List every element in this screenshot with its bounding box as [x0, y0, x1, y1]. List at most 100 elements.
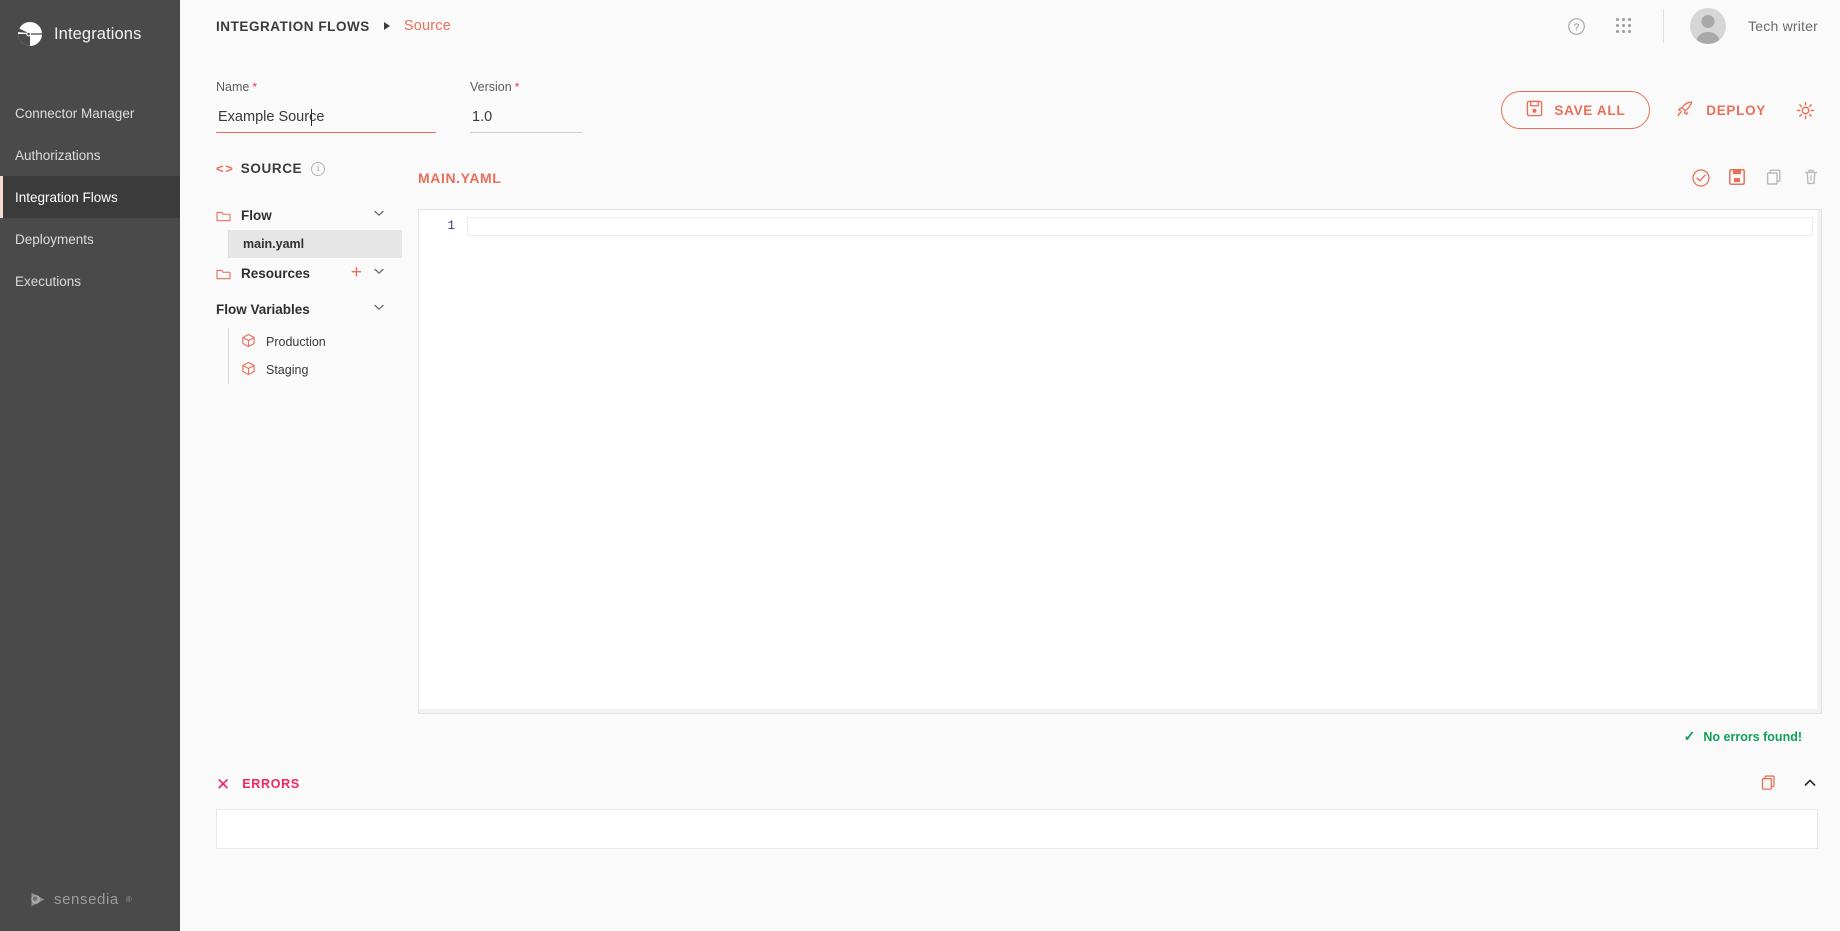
info-circle-icon[interactable]: i — [311, 161, 326, 176]
flow-variable-label: Staging — [266, 363, 309, 377]
chevron-up-icon[interactable] — [1802, 775, 1818, 794]
errors-label: ERRORS — [242, 777, 300, 791]
tree-children-flow: main.yaml — [228, 230, 402, 258]
deploy-button[interactable]: DEPLOY — [1676, 99, 1766, 121]
tree-folder-label: Resources — [241, 265, 311, 281]
save-floppy-icon — [1526, 100, 1543, 120]
errors-header: ✕ ERRORS — [216, 767, 1818, 801]
name-input[interactable] — [216, 109, 436, 133]
tree-file-label: main.yaml — [243, 237, 305, 251]
flow-variables-label: Flow Variables — [216, 301, 310, 317]
save-all-label: SAVE ALL — [1554, 102, 1626, 118]
grid-apps-icon[interactable] — [1611, 13, 1637, 39]
editor-file-title: MAIN.YAML — [418, 170, 502, 186]
breadcrumb-root[interactable]: INTEGRATION FLOWS — [216, 19, 370, 34]
help-circle-icon[interactable]: ? — [1563, 13, 1589, 39]
status-message: No errors found! — [1703, 729, 1802, 744]
chevron-down-icon[interactable] — [372, 206, 386, 225]
rocket-icon — [1676, 99, 1695, 121]
main-content: INTEGRATION FLOWS Source ? Tech writer N… — [180, 0, 1840, 931]
editor-horizontal-scrollbar[interactable] — [419, 709, 1821, 713]
source-label: SOURCE — [240, 161, 303, 176]
user-avatar[interactable] — [1690, 8, 1727, 44]
line-number: 1 — [447, 219, 455, 233]
brand[interactable]: Integrations — [0, 0, 180, 70]
sidebar-item-deployments[interactable]: Deployments — [0, 218, 180, 260]
trash-icon[interactable] — [1802, 168, 1822, 188]
sidebar-item-authorizations[interactable]: Authorizations — [0, 134, 180, 176]
chevron-down-icon[interactable] — [372, 300, 386, 319]
top-bar: INTEGRATION FLOWS Source ? Tech writer — [180, 0, 1840, 52]
sidebar-item-integration-flows[interactable]: Integration Flows — [0, 176, 180, 218]
name-label-text: Name — [216, 80, 250, 94]
errors-toolbar — [1760, 774, 1818, 794]
tree-children-flow-variables: Production Staging — [228, 328, 402, 384]
breadcrumb-current[interactable]: Source — [404, 18, 451, 34]
tree-folder-label: Flow — [241, 207, 272, 223]
save-floppy-icon[interactable] — [1728, 168, 1748, 188]
check-circle-icon[interactable] — [1691, 168, 1711, 188]
sidebar-item-executions[interactable]: Executions — [0, 260, 180, 302]
copy-icon[interactable] — [1765, 168, 1785, 188]
sidebar-item-label: Connector Manager — [15, 105, 135, 121]
name-field-group: Name * — [216, 80, 444, 133]
sidebar: Integrations Connector Manager Authoriza… — [0, 0, 180, 931]
breadcrumb: INTEGRATION FLOWS Source — [216, 18, 451, 34]
editor-panel: MAIN.YAML 1 ✓ No errors found! — [402, 161, 1840, 745]
application-window: Integrations Connector Manager Authoriza… — [0, 0, 1840, 931]
required-marker: * — [514, 80, 520, 94]
caret-right-icon — [383, 22, 390, 30]
code-editor[interactable]: 1 — [418, 209, 1822, 714]
cube-icon — [241, 361, 256, 379]
sidebar-item-label: Authorizations — [15, 147, 101, 163]
flow-variable-production[interactable]: Production — [229, 328, 402, 356]
editor-vertical-scrollbar[interactable] — [1817, 210, 1821, 713]
deploy-label: DEPLOY — [1706, 102, 1766, 118]
code-content[interactable] — [467, 210, 1821, 713]
sidebar-item-label: Deployments — [15, 231, 94, 247]
tree-file-main-yaml[interactable]: main.yaml — [229, 230, 402, 258]
chevron-down-icon[interactable] — [372, 264, 386, 283]
brand-label: Integrations — [54, 24, 142, 43]
tree-folder-resources[interactable]: Resources + — [216, 258, 402, 288]
action-buttons: SAVE ALL DEPLOY — [1501, 91, 1818, 133]
cube-icon — [241, 333, 256, 351]
sidebar-item-label: Integration Flows — [15, 189, 118, 205]
copy-icon[interactable] — [1760, 774, 1780, 794]
code-brackets-icon: < > — [216, 161, 233, 176]
tree-folder-flow[interactable]: Flow — [216, 200, 402, 230]
form-row: Name* Version* — [180, 52, 1840, 133]
divider — [1663, 9, 1665, 43]
sidebar-item-connector-manager[interactable]: Connector Manager — [0, 92, 180, 134]
sensedia-registered-mark: ® — [125, 895, 132, 904]
top-bar-actions: ? Tech writer — [1563, 8, 1818, 44]
svg-text:?: ? — [1573, 22, 1579, 33]
gear-icon[interactable] — [1792, 97, 1818, 123]
source-tree-header: < > SOURCE i — [216, 161, 402, 176]
folder-icon — [216, 209, 231, 222]
version-input[interactable] — [470, 109, 582, 133]
flow-variable-staging[interactable]: Staging — [229, 356, 402, 384]
editor-toolbar — [1691, 168, 1822, 188]
save-all-button[interactable]: SAVE ALL — [1501, 91, 1651, 129]
tree-section-flow-variables[interactable]: Flow Variables — [216, 294, 402, 324]
source-tree-panel: < > SOURCE i Flow main.yaml Resources + … — [180, 161, 402, 745]
editor-header: MAIN.YAML — [418, 161, 1822, 195]
required-marker: * — [252, 80, 258, 94]
editor-status-row: ✓ No errors found! — [418, 714, 1822, 745]
line-number-gutter: 1 — [419, 210, 467, 713]
sensedia-logo-icon — [28, 890, 47, 909]
name-label: Name * — [216, 80, 444, 94]
code-line[interactable] — [467, 217, 1813, 236]
check-icon: ✓ — [1683, 728, 1696, 744]
sidebar-item-label: Executions — [15, 273, 82, 289]
errors-content-box — [216, 809, 1818, 849]
version-label-text: Version — [470, 80, 512, 94]
version-field-group: Version * — [470, 80, 582, 133]
plus-icon[interactable]: + — [351, 263, 362, 282]
body-split: < > SOURCE i Flow main.yaml Resources + … — [180, 133, 1840, 745]
version-label: Version * — [470, 80, 582, 94]
folder-icon — [216, 267, 231, 280]
sidebar-nav: Connector Manager Authorizations Integra… — [0, 92, 180, 302]
integrations-fan-logo-icon — [16, 20, 44, 48]
